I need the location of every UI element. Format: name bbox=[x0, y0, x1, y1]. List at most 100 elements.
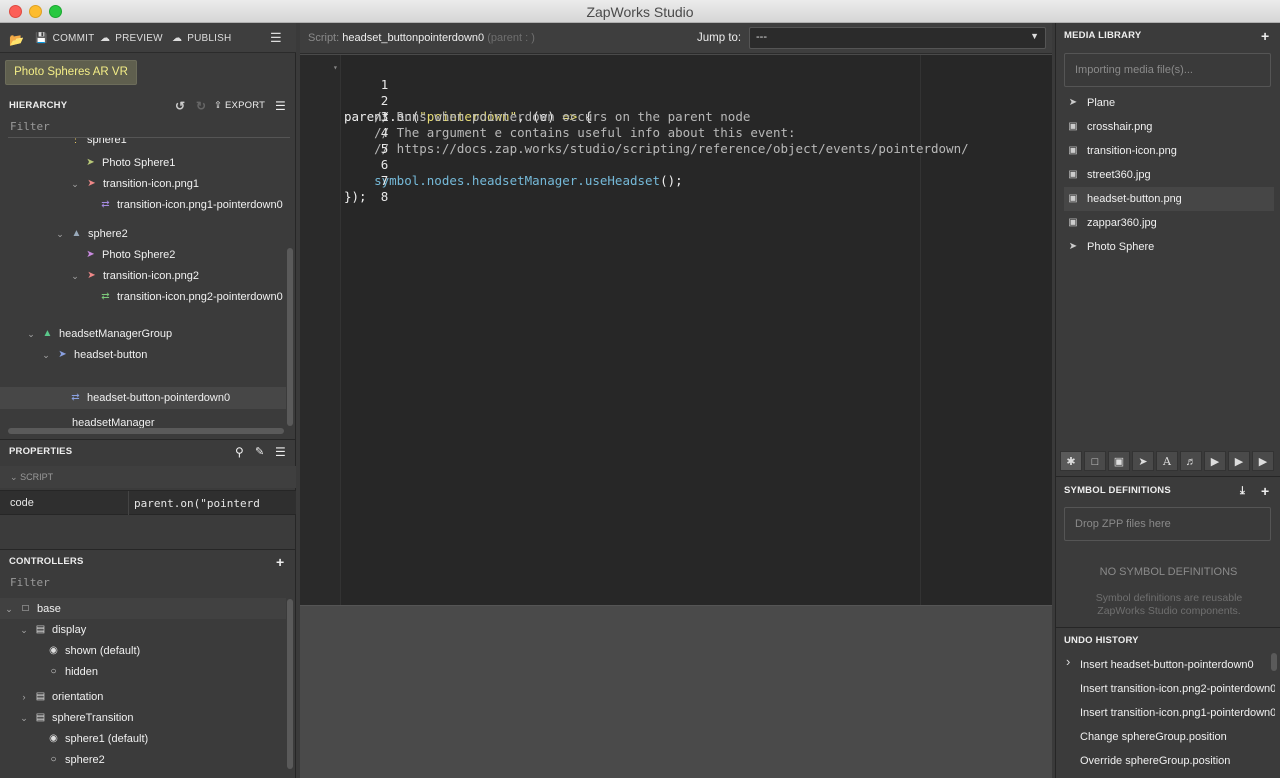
image-icon[interactable]: ▣ bbox=[1108, 451, 1130, 471]
font-icon[interactable]: A bbox=[1156, 451, 1178, 471]
cloud-preview-icon: ☁ bbox=[100, 33, 111, 44]
chevron-down-icon[interactable]: ⌄ bbox=[55, 224, 65, 244]
hierarchy-hscrollbar[interactable] bbox=[8, 428, 284, 434]
undo-item[interactable]: Change sphereGroup.position bbox=[1080, 725, 1275, 749]
download-icon[interactable]: ⤓ bbox=[1240, 480, 1245, 502]
add-symbol-icon[interactable]: + bbox=[1261, 480, 1269, 502]
radio-selected-icon[interactable]: ◉ bbox=[48, 641, 59, 661]
controllers-header: CONTROLLERS + bbox=[0, 551, 296, 573]
all-media-icon[interactable]: ✱ bbox=[1060, 451, 1082, 471]
tree-item-headset-button-pointerdown0[interactable]: ⇄ headset-button-pointerdown0 bbox=[70, 388, 230, 408]
tree-item-headset-manager-group[interactable]: ⌄ ▲ headsetManagerGroup bbox=[26, 324, 172, 344]
media-drop-input[interactable]: Importing media file(s)... bbox=[1064, 53, 1271, 87]
main-menu-icon[interactable]: ☰ bbox=[270, 30, 282, 46]
chevron-down-icon[interactable]: ⌄ bbox=[26, 324, 36, 344]
hierarchy-scrollbar[interactable] bbox=[287, 248, 293, 426]
undo-history-title: UNDO HISTORY bbox=[1064, 635, 1139, 646]
radio-empty-icon[interactable]: ○ bbox=[48, 662, 59, 682]
code-line-3: 3 // The argument e contains useful info… bbox=[300, 93, 1052, 140]
undo-item[interactable]: Override sphereGroup.position bbox=[1080, 749, 1275, 773]
media-item-headset-button[interactable]: ▣ headset-button.png bbox=[1064, 187, 1274, 211]
undo-item[interactable]: Insert transition-icon.png1-pointerdown0 bbox=[1080, 701, 1275, 725]
media-item-label: Photo Sphere bbox=[1087, 241, 1155, 253]
radio-selected-icon[interactable]: ◉ bbox=[48, 729, 59, 749]
tree-item-headset-manager[interactable]: headsetManager bbox=[72, 413, 155, 428]
controller-display[interactable]: ⌄ ▤ display bbox=[19, 620, 86, 640]
controllers-scrollbar[interactable] bbox=[287, 599, 293, 769]
media-item-plane[interactable]: ➤ Plane bbox=[1064, 91, 1274, 115]
controller-orientation[interactable]: › ▤ orientation bbox=[19, 687, 104, 707]
video-icon[interactable]: ▶ bbox=[1204, 451, 1226, 471]
media-item-zappar360[interactable]: ▣ zappar360.jpg bbox=[1064, 211, 1274, 235]
tree-item-transition-icon-png2[interactable]: ⌄ ➤ transition-icon.png2 bbox=[70, 266, 199, 286]
radio-empty-icon[interactable]: ○ bbox=[48, 750, 59, 770]
state-hidden[interactable]: ○ hidden bbox=[48, 662, 98, 682]
fold-arrow-icon[interactable]: ▾ bbox=[333, 60, 338, 76]
media-item-street360[interactable]: ▣ street360.jpg bbox=[1064, 163, 1274, 187]
video-icon[interactable]: ▶ bbox=[1228, 451, 1250, 471]
state-label: hidden bbox=[65, 666, 99, 678]
undo-item[interactable]: Insert transition-icon.png2-pointerdown0 bbox=[1080, 677, 1275, 701]
tree-item-transition-icon-png1-pointerdown0[interactable]: ⇄ transition-icon.png1-pointerdown0 bbox=[100, 195, 282, 215]
media-item-photo-sphere[interactable]: ➤ Photo Sphere bbox=[1064, 235, 1274, 259]
add-media-icon[interactable]: + bbox=[1261, 25, 1269, 47]
pencil-icon[interactable]: ✎ bbox=[255, 441, 264, 463]
code-editor[interactable]: 1 ▾ parent.on("pointerdown", (e) => { 2 … bbox=[300, 55, 1052, 605]
search-icon[interactable]: ⚲ bbox=[235, 441, 244, 463]
hierarchy-filter-input[interactable]: Filter bbox=[10, 120, 50, 133]
jump-to-select[interactable]: --- ▼ bbox=[749, 27, 1046, 49]
undo-history-divider bbox=[1056, 627, 1280, 628]
chevron-right-icon[interactable]: › bbox=[19, 687, 29, 707]
zpp-drop-input[interactable]: Drop ZPP files here bbox=[1064, 507, 1271, 541]
controller-sphere-transition[interactable]: ⌄ ▤ sphereTransition bbox=[19, 708, 133, 728]
audio-icon[interactable]: ♬ bbox=[1180, 451, 1202, 471]
media-item-crosshair[interactable]: ▣ crosshair.png bbox=[1064, 115, 1274, 139]
project-name-button[interactable]: Photo Spheres AR VR bbox=[5, 60, 137, 85]
chevron-down-icon[interactable]: ⌄ bbox=[70, 174, 80, 194]
media-item-transition-icon[interactable]: ▣ transition-icon.png bbox=[1064, 139, 1274, 163]
property-value-field[interactable]: parent.on("pointerd bbox=[134, 497, 260, 510]
tree-item-photo-sphere2[interactable]: ➤ Photo Sphere2 bbox=[85, 245, 175, 265]
image-icon: ▣ bbox=[1068, 145, 1078, 156]
rocket-icon[interactable]: ➤ bbox=[1132, 451, 1154, 471]
chevron-down-icon[interactable]: ⌄ bbox=[19, 708, 29, 728]
tree-item-sphere1[interactable]: ⋮ sphere1 bbox=[70, 138, 127, 150]
undo-history-scrollbar[interactable] bbox=[1271, 653, 1277, 671]
chevron-down-icon[interactable]: ⌄ bbox=[41, 345, 51, 365]
tree-item-headset-button[interactable]: ⌄ ➤ headset-button bbox=[41, 345, 147, 365]
folder-icon[interactable]: 📂 bbox=[9, 33, 24, 47]
hierarchy-header: HIERARCHY ↺ ↻ ⇪ EXPORT ☰ bbox=[0, 95, 296, 117]
commit-button[interactable]: 💾 COMMIT bbox=[35, 33, 94, 44]
chevron-down-icon[interactable]: ⌄ bbox=[19, 620, 29, 640]
export-button[interactable]: ⇪ EXPORT bbox=[214, 95, 265, 117]
line-number: 8 bbox=[380, 189, 389, 204]
state-sphere2[interactable]: ○ sphere2 bbox=[48, 750, 104, 770]
redo-icon[interactable]: ↻ bbox=[196, 95, 206, 117]
undo-item[interactable]: Insert headset-button-pointerdown0 bbox=[1080, 653, 1275, 677]
media-item-label: zappar360.jpg bbox=[1087, 217, 1157, 229]
code-line-1: 1 ▾ parent.on("pointerdown", (e) => { bbox=[300, 60, 1052, 124]
export-icon: ⇪ bbox=[214, 100, 223, 111]
controllers-filter-input[interactable]: Filter bbox=[10, 576, 50, 589]
hierarchy-menu-icon[interactable]: ☰ bbox=[275, 95, 286, 117]
state-sphere1-default[interactable]: ◉ sphere1 (default) bbox=[48, 729, 148, 749]
file-icon[interactable]: □ bbox=[1084, 451, 1106, 471]
tree-item-transition-icon-png1[interactable]: ⌄ ➤ transition-icon.png1 bbox=[70, 174, 199, 194]
state-shown-default[interactable]: ◉ shown (default) bbox=[48, 641, 140, 661]
publish-button[interactable]: ☁ PUBLISH bbox=[172, 33, 231, 44]
controller-base[interactable]: ⌄ □ base bbox=[4, 599, 61, 619]
tree-item-photo-sphere1[interactable]: ➤ Photo Sphere1 bbox=[85, 153, 175, 173]
chevron-down-icon[interactable]: ⌄ bbox=[70, 266, 80, 286]
undo-icon[interactable]: ↺ bbox=[175, 95, 185, 117]
chevron-down-icon[interactable]: ⌄ bbox=[4, 599, 14, 619]
tree-item-sphere2[interactable]: ⌄ ▲ sphere2 bbox=[55, 224, 128, 244]
add-controller-icon[interactable]: + bbox=[276, 551, 284, 573]
tree-item-label: Photo Sphere2 bbox=[102, 249, 176, 261]
video-icon[interactable]: ▶ bbox=[1252, 451, 1274, 471]
script-group-header[interactable]: ⌄ SCRIPT bbox=[0, 466, 296, 488]
tree-item-transition-icon-png2-pointerdown0[interactable]: ⇄ transition-icon.png2-pointerdown0 bbox=[100, 287, 282, 307]
undo-history-header: UNDO HISTORY bbox=[1056, 630, 1280, 652]
commit-label: COMMIT bbox=[52, 33, 95, 44]
properties-menu-icon[interactable]: ☰ bbox=[275, 441, 286, 463]
preview-button[interactable]: ☁ PREVIEW bbox=[100, 33, 163, 44]
